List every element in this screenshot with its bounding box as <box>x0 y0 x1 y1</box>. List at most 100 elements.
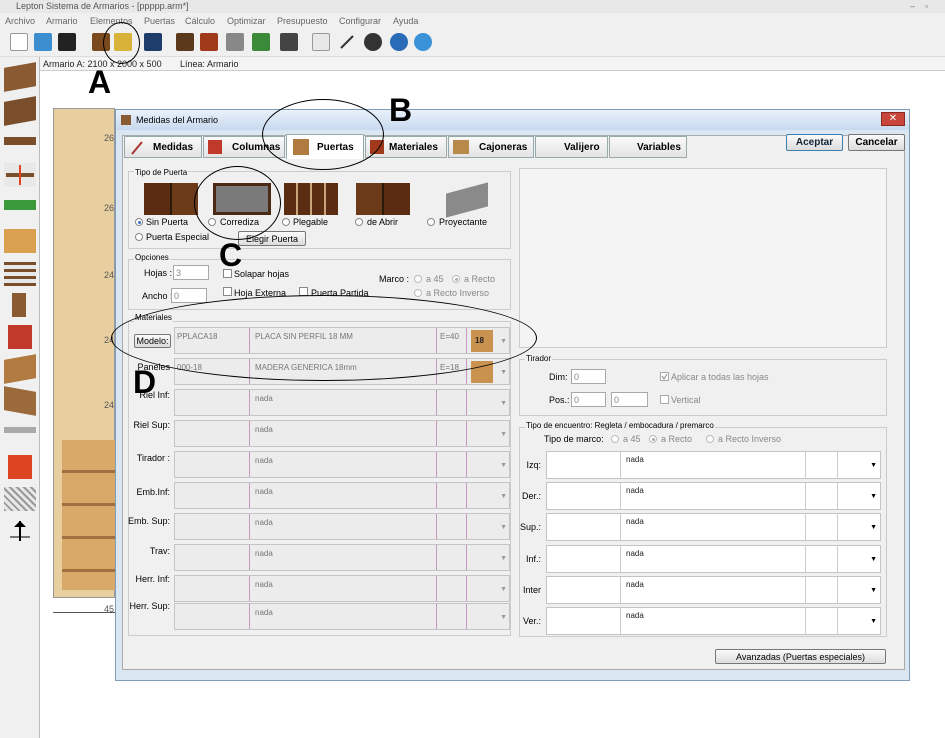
dropdown-arrow-icon[interactable]: ▼ <box>870 556 877 563</box>
dropdown-arrow-icon[interactable]: ▼ <box>500 586 507 593</box>
enc-a45-radio[interactable] <box>611 435 619 443</box>
hojas-input[interactable]: 3 <box>173 265 209 280</box>
plegable-radio[interactable] <box>282 218 290 226</box>
maximize-icon[interactable]: ▫ <box>925 1 928 11</box>
dropdown-arrow-icon[interactable]: ▼ <box>500 462 507 469</box>
printer-icon[interactable] <box>280 33 298 51</box>
material-row[interactable]: nada ▼ <box>174 451 510 478</box>
ancho-input[interactable]: 0 <box>171 288 207 303</box>
cabinet-icon[interactable] <box>4 62 36 92</box>
frame-icon[interactable] <box>176 33 194 51</box>
encuentro-row[interactable]: nada ▼ <box>546 576 881 604</box>
save-icon[interactable] <box>58 33 76 51</box>
menu-configurar[interactable]: Configurar <box>339 16 381 26</box>
dropdown-arrow-icon[interactable]: ▼ <box>500 369 507 376</box>
divider <box>249 514 250 539</box>
shirt-icon[interactable] <box>8 455 32 479</box>
marco-recto-inverso-radio[interactable] <box>414 289 422 297</box>
tab-variables[interactable]: Variables <box>609 136 687 158</box>
enc-recto-radio[interactable] <box>649 435 657 443</box>
pos-input-2[interactable]: 0 <box>611 392 648 407</box>
hoja-externa-checkbox[interactable] <box>223 287 232 296</box>
sin-puerta-radio[interactable] <box>135 218 143 226</box>
dropdown-arrow-icon[interactable]: ▼ <box>500 614 507 621</box>
sin-puerta-image[interactable] <box>144 183 198 215</box>
cabinet-open-icon[interactable] <box>4 96 36 126</box>
shelves-icon[interactable] <box>4 262 36 286</box>
dropdown-arrow-icon[interactable]: ▼ <box>870 462 877 469</box>
side-panel-icon[interactable] <box>4 386 36 416</box>
minimize-icon[interactable]: – <box>910 1 915 11</box>
box-icon[interactable] <box>252 33 270 51</box>
de-abrir-radio[interactable] <box>355 218 363 226</box>
dropdown-arrow-icon[interactable]: ▼ <box>870 618 877 625</box>
pencil-icon[interactable] <box>338 33 356 51</box>
plegable-image[interactable] <box>284 183 338 215</box>
menu-puertas[interactable]: Puertas <box>144 16 175 26</box>
shelf-icon[interactable] <box>4 137 36 145</box>
tools-icon[interactable] <box>226 33 244 51</box>
green-shelf-icon[interactable] <box>4 200 36 210</box>
red-divider-icon[interactable] <box>8 325 32 349</box>
tab-medidas[interactable]: Medidas <box>124 136 202 158</box>
dropdown-arrow-icon[interactable]: ▼ <box>500 524 507 531</box>
menu-optimizar[interactable]: Optimizar <box>227 16 266 26</box>
encuentro-row[interactable]: nada ▼ <box>546 451 881 479</box>
pos-input-1[interactable]: 0 <box>571 392 606 407</box>
dropdown-arrow-icon[interactable]: ▼ <box>500 431 507 438</box>
material-row[interactable]: nada ▼ <box>174 513 510 540</box>
material-row[interactable]: nada ▼ <box>174 389 510 416</box>
material-row[interactable]: nada ▼ <box>174 420 510 447</box>
height-arrow-icon[interactable] <box>4 163 36 187</box>
proyectante-radio[interactable] <box>427 218 435 226</box>
dropdown-arrow-icon[interactable]: ▼ <box>500 493 507 500</box>
menu-armario[interactable]: Armario <box>46 16 78 26</box>
material-row[interactable]: nada ▼ <box>174 603 510 630</box>
menu-calculo[interactable]: Cálculo <box>185 16 215 26</box>
cancelar-button[interactable]: Cancelar <box>848 134 905 151</box>
vertical-checkbox[interactable] <box>660 395 669 404</box>
marco-recto-label: a Recto <box>464 274 496 284</box>
door-icon[interactable] <box>12 293 26 317</box>
rack-icon[interactable] <box>4 487 36 511</box>
material-row[interactable]: nada ▼ <box>174 544 510 571</box>
drawer-icon[interactable] <box>4 229 36 253</box>
dim-input[interactable]: 0 <box>571 369 606 384</box>
currency-icon[interactable] <box>390 33 408 51</box>
material-row[interactable]: nada ▼ <box>174 575 510 602</box>
material-row[interactable]: nada ▼ <box>174 482 510 509</box>
aceptar-button[interactable]: Aceptar <box>786 134 843 151</box>
pull-arrow-icon[interactable] <box>4 519 36 543</box>
marco-recto-radio[interactable] <box>452 275 460 283</box>
avanzadas-button[interactable]: Avanzadas (Puertas especiales) <box>715 649 886 664</box>
globe-icon[interactable] <box>414 33 432 51</box>
de-abrir-image[interactable] <box>356 183 410 215</box>
tab-valijero[interactable]: Valijero <box>535 136 608 158</box>
encuentro-row[interactable]: nada ▼ <box>546 513 881 541</box>
books-icon[interactable] <box>200 33 218 51</box>
encuentro-row[interactable]: nada ▼ <box>546 607 881 635</box>
marco-a45-radio[interactable] <box>414 275 422 283</box>
close-button[interactable]: ✕ <box>881 112 905 126</box>
dropdown-arrow-icon[interactable]: ▼ <box>870 493 877 500</box>
tab-cajoneras[interactable]: Cajoneras <box>448 136 534 158</box>
new-file-icon[interactable] <box>10 33 28 51</box>
list-icon[interactable] <box>312 33 330 51</box>
panel-icon[interactable] <box>4 354 36 384</box>
menu-ayuda[interactable]: Ayuda <box>393 16 418 26</box>
rail-icon[interactable] <box>4 427 36 433</box>
encuentro-row[interactable]: nada ▼ <box>546 545 881 573</box>
dropdown-arrow-icon[interactable]: ▼ <box>500 555 507 562</box>
open-file-icon[interactable] <box>34 33 52 51</box>
menu-archivo[interactable]: Archivo <box>5 16 35 26</box>
monitor-icon[interactable] <box>144 33 162 51</box>
dropdown-arrow-icon[interactable]: ▼ <box>870 524 877 531</box>
encuentro-row[interactable]: nada ▼ <box>546 482 881 510</box>
disk-icon[interactable] <box>364 33 382 51</box>
enc-recto-inverso-radio[interactable] <box>706 435 714 443</box>
dropdown-arrow-icon[interactable]: ▼ <box>870 587 877 594</box>
puerta-especial-radio[interactable] <box>135 233 143 241</box>
menu-presupuesto[interactable]: Presupuesto <box>277 16 328 26</box>
dropdown-arrow-icon[interactable]: ▼ <box>500 400 507 407</box>
aplicar-checkbox[interactable] <box>660 372 669 381</box>
